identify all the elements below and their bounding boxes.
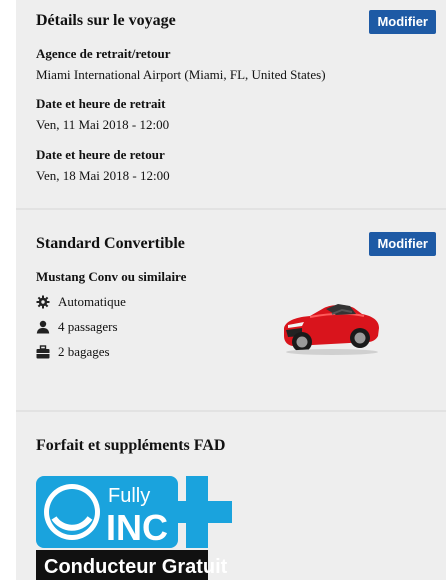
vehicle-class-title: Standard Convertible	[36, 235, 185, 252]
left-margin	[0, 0, 16, 580]
logo-text-free-driver: Conducteur Gratuit	[44, 556, 228, 578]
logo-text-fully: Fully	[108, 485, 150, 507]
feature-luggage: 2 bagages	[36, 344, 110, 360]
car-image	[280, 290, 382, 356]
pickup-return-value: Miami International Airport (Miami, FL, …	[36, 67, 326, 82]
person-icon	[36, 320, 50, 334]
feature-label: 4 passagers	[58, 319, 118, 334]
return-datetime-value: Ven, 18 Mai 2018 - 12:00	[36, 168, 170, 183]
feature-label: Automatique	[58, 294, 126, 309]
package-title: Forfait et suppléments FAD	[36, 437, 226, 454]
luggage-icon	[36, 345, 50, 359]
pickup-datetime-label: Date et heure de retrait	[36, 96, 166, 111]
feature-transmission: Automatique	[36, 294, 126, 310]
logo-text-inc: INC	[106, 507, 168, 548]
feature-label: 2 bagages	[58, 344, 110, 359]
fully-inc-logo: Fully INC Conducteur Gratuit	[36, 474, 242, 580]
vehicle-model: Mustang Conv ou similaire	[36, 269, 187, 284]
trip-details-title: Détails sur le voyage	[36, 12, 176, 29]
modify-trip-button[interactable]: Modifier	[369, 10, 436, 34]
feature-passengers: 4 passagers	[36, 319, 118, 335]
return-datetime-label: Date et heure de retour	[36, 147, 165, 162]
pickup-datetime-value: Ven, 11 Mai 2018 - 12:00	[36, 117, 170, 132]
gear-icon	[36, 295, 50, 309]
modify-vehicle-button[interactable]: Modifier	[369, 232, 436, 256]
pickup-return-label: Agence de retrait/retour	[36, 46, 171, 61]
